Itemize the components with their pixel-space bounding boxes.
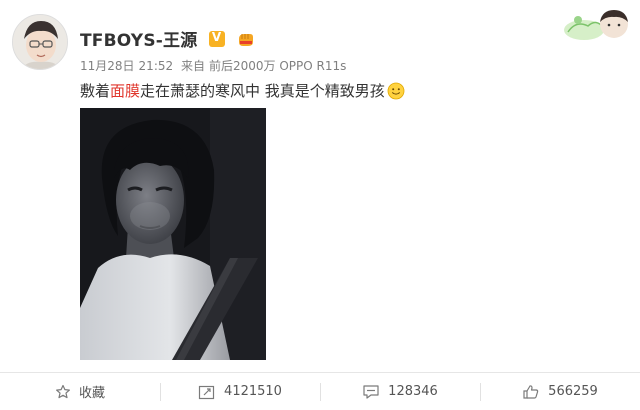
star-icon [55,384,70,398]
comment-button[interactable]: 128346 [320,373,480,410]
verified-v-icon: V [208,29,225,47]
smile-emoji-icon [387,82,405,100]
repost-icon [198,385,215,399]
post-text-highlight[interactable]: 面膜 [110,80,140,101]
favorite-label: 收藏 [78,386,105,401]
like-button[interactable]: 566259 [480,373,640,410]
username[interactable]: TFBOYS-王源 [80,26,197,51]
post-time[interactable]: 21:52 [139,59,174,73]
user-avatar[interactable] [12,14,68,70]
weibo-post: TFBOYS-王源 V 11月28日 21:52 来自 前后2000万 OPPO R… [0,0,640,410]
post-photo[interactable] [80,108,266,360]
post-header: TFBOYS-王源 V [80,26,256,51]
source-prefix: 来自 [180,59,205,73]
verified-v-letter: V [211,29,222,44]
like-count: 566259 [548,384,598,399]
favorite-button[interactable]: 收藏 [0,373,160,410]
post-text: 敷着 面膜 走在萧瑟的寒风中 我真是个精致男孩 [80,80,405,101]
fist-badge-icon[interactable] [236,30,256,48]
post-text-part1: 敷着 [80,82,111,100]
action-bar: 收藏 4121510 128346 566259 [0,372,640,410]
comment-count: 128346 [388,384,438,399]
repost-count: 4121510 [224,384,282,399]
post-date[interactable]: 11月28日 [80,59,135,73]
repost-button[interactable]: 4121510 [160,373,320,410]
post-source[interactable]: 前后2000万 OPPO R11s [209,59,346,73]
post-text-part2: 走在萧瑟的寒风中 我真是个精致男孩 [140,82,385,100]
like-icon [523,384,539,399]
post-meta: 11月28日 21:52 来自 前后2000万 OPPO R11s [80,57,350,74]
comment-icon [363,384,379,399]
decorative-card-icon [562,6,634,42]
